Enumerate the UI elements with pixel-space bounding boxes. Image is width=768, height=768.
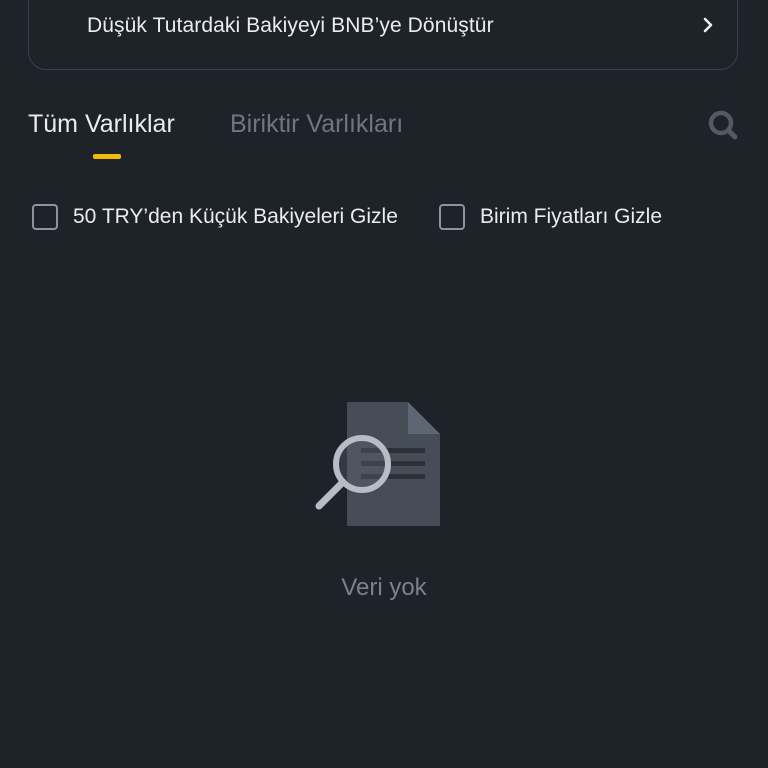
document-search-icon xyxy=(315,402,440,526)
convert-small-balance-label: Düşük Tutardaki Bakiyeyi BNB’ye Dönüştür xyxy=(87,14,494,37)
hide-unit-prices-label: Birim Fiyatları Gizle xyxy=(480,205,663,228)
hide-small-balances-filter[interactable]: 50 TRY’den Küçük Bakiyeleri Gizle xyxy=(32,201,398,233)
asset-tabs: Tüm Varlıklar Biriktir Varlıkları xyxy=(28,108,740,168)
assets-page: Düşük Tutardaki Bakiyeyi BNB’ye Dönüştür… xyxy=(0,0,768,768)
empty-state: Veri yok xyxy=(0,398,768,618)
chevron-right-icon xyxy=(703,17,713,33)
asset-filters: 50 TRY’den Küçük Bakiyeleri Gizle Birim … xyxy=(32,201,732,233)
empty-state-text: Veri yok xyxy=(341,574,427,601)
tab-all-assets[interactable]: Tüm Varlıklar xyxy=(28,110,175,139)
tab-savings-assets[interactable]: Biriktir Varlıkları xyxy=(230,110,403,139)
hide-unit-prices-checkbox[interactable] xyxy=(439,204,465,230)
search-icon[interactable] xyxy=(706,108,740,142)
hide-small-balances-label: 50 TRY’den Küçük Bakiyeleri Gizle xyxy=(73,205,398,228)
hide-small-balances-checkbox[interactable] xyxy=(32,204,58,230)
hide-unit-prices-filter[interactable]: Birim Fiyatları Gizle xyxy=(439,201,662,233)
active-tab-indicator xyxy=(93,154,121,159)
convert-small-balance-card[interactable]: Düşük Tutardaki Bakiyeyi BNB’ye Dönüştür xyxy=(28,0,738,70)
